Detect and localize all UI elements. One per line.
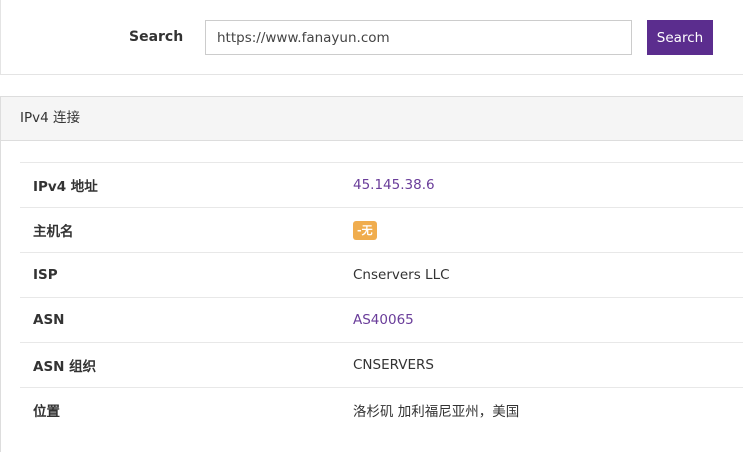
location-label: 位置 [33,404,60,421]
asn-org-value: CNSERVERS [353,357,434,373]
isp-label: ISP [33,267,58,283]
hostname-none-badge: -无 [353,220,377,240]
table-row-isp: ISP Cnservers LLC [20,252,743,298]
ipv4-connection-panel: IPv4 连接 IPv4 地址 45.145.38.6 主机名 -无 ISP C… [0,96,743,452]
search-label: Search [129,29,184,45]
hostname-label: 主机名 [33,224,74,240]
panel-title: IPv4 连接 [1,97,743,141]
search-bar: Search Search [0,0,743,75]
table-row-asn-org: ASN 组织 CNSERVERS [20,342,743,388]
search-input[interactable] [205,20,632,55]
ipv4-address-label: IPv4 地址 [33,179,98,195]
table-row-location: 位置 洛杉矶 加利福尼亚州，美国 [20,387,743,433]
location-value: 洛杉矶 加利福尼亚州，美国 [353,404,520,421]
asn-link[interactable]: AS40065 [353,312,414,328]
asn-org-label: ASN 组织 [33,359,97,375]
asn-label: ASN [33,312,65,328]
info-table: IPv4 地址 45.145.38.6 主机名 -无 ISP Cnservers… [20,162,743,433]
ipv4-address-link[interactable]: 45.145.38.6 [353,177,435,193]
isp-value: Cnservers LLC [353,267,450,283]
table-row-ipv4-address: IPv4 地址 45.145.38.6 [20,162,743,208]
search-button[interactable]: Search [647,20,713,55]
table-row-asn: ASN AS40065 [20,297,743,343]
table-row-hostname: 主机名 -无 [20,207,743,253]
